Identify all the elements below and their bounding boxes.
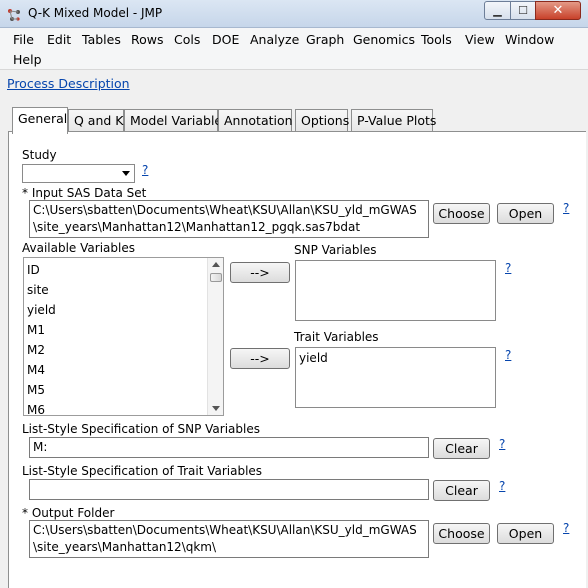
list-snp-field[interactable]: M:: [29, 437, 429, 458]
list-item[interactable]: M5: [27, 383, 45, 397]
input-data-help-link[interactable]: ?: [563, 201, 569, 215]
list-item[interactable]: site: [27, 283, 49, 297]
title-bar: Q-K Mixed Model - JMP ▁ ☐ ✕: [0, 0, 588, 28]
menu-cols[interactable]: Cols: [174, 32, 200, 47]
menu-rows[interactable]: Rows: [131, 32, 164, 47]
menu-view[interactable]: View: [465, 32, 495, 47]
menu-file[interactable]: File: [13, 32, 34, 47]
study-label: Study: [22, 148, 57, 162]
close-button[interactable]: ✕: [535, 1, 581, 20]
tab-annotation[interactable]: Annotation: [218, 109, 293, 133]
menu-graph[interactable]: Graph: [306, 32, 344, 47]
output-folder-help-link[interactable]: ?: [563, 521, 569, 535]
output-folder-field[interactable]: C:\Users\sbatten\Documents\Wheat\KSU\All…: [29, 520, 429, 558]
list-snp-help-link[interactable]: ?: [499, 437, 505, 451]
menu-tables[interactable]: Tables: [82, 32, 121, 47]
maximize-icon: ☐: [518, 4, 528, 17]
list-item[interactable]: M4: [27, 363, 45, 377]
list-item[interactable]: yield: [27, 303, 56, 317]
snp-variables-label: SNP Variables: [294, 243, 377, 257]
list-item[interactable]: M6: [27, 403, 45, 415]
snp-variables-list[interactable]: [295, 260, 496, 321]
close-icon: ✕: [552, 3, 564, 18]
tab-options[interactable]: Options: [295, 109, 349, 133]
chevron-down-icon: [122, 171, 130, 176]
trait-variables-help-link[interactable]: ?: [505, 348, 511, 362]
list-item[interactable]: yield: [299, 351, 328, 365]
clear-snp-button[interactable]: Clear: [433, 438, 490, 459]
trait-variables-label: Trait Variables: [294, 330, 379, 344]
study-help-link[interactable]: ?: [142, 163, 148, 177]
menu-edit[interactable]: Edit: [47, 32, 71, 47]
jmp-app-icon: [8, 9, 20, 21]
maximize-button[interactable]: ☐: [510, 1, 536, 20]
minimize-icon: ▁: [493, 4, 502, 17]
tab-q-and-k[interactable]: Q and K: [68, 109, 124, 133]
list-snp-label: List-Style Specification of SNP Variable…: [22, 422, 260, 436]
scroll-thumb[interactable]: [210, 273, 222, 282]
add-snp-variables-button[interactable]: -->: [230, 262, 290, 283]
available-variables-list[interactable]: ID site yield M1 M2 M4 M5 M6: [23, 257, 224, 416]
scroll-up-icon[interactable]: [212, 262, 220, 267]
available-variables-label: Available Variables: [22, 241, 135, 255]
list-item[interactable]: ID: [27, 263, 40, 277]
input-choose-button[interactable]: Choose: [433, 203, 490, 224]
add-trait-variables-button[interactable]: -->: [230, 348, 290, 369]
input-data-field[interactable]: C:\Users\sbatten\Documents\Wheat\KSU\All…: [29, 200, 429, 238]
menu-tools[interactable]: Tools: [421, 32, 452, 47]
output-open-button[interactable]: Open: [497, 523, 554, 544]
input-open-button[interactable]: Open: [497, 203, 554, 224]
tab-p-value-plots[interactable]: P-Value Plots: [351, 109, 436, 133]
menu-doe[interactable]: DOE: [212, 32, 239, 47]
menu-bar: File Edit Tables Rows Cols DOE Analyze G…: [0, 28, 588, 70]
window-title: Q-K Mixed Model - JMP: [28, 6, 163, 20]
menu-help[interactable]: Help: [13, 52, 42, 67]
output-folder-label: * Output Folder: [22, 506, 115, 520]
minimize-button[interactable]: ▁: [484, 1, 511, 20]
available-variables-scrollbar[interactable]: [207, 258, 223, 415]
list-trait-field[interactable]: [29, 479, 429, 500]
tab-general[interactable]: General: [12, 107, 68, 134]
list-item[interactable]: M2: [27, 343, 45, 357]
scroll-down-icon[interactable]: [212, 406, 220, 411]
list-trait-label: List-Style Specification of Trait Variab…: [22, 464, 263, 478]
menu-window[interactable]: Window: [505, 32, 554, 47]
list-trait-help-link[interactable]: ?: [499, 479, 505, 493]
input-data-label: * Input SAS Data Set: [22, 186, 147, 200]
clear-trait-button[interactable]: Clear: [433, 480, 490, 501]
output-choose-button[interactable]: Choose: [433, 523, 490, 544]
process-description-link[interactable]: Process Description: [7, 76, 130, 91]
menu-genomics[interactable]: Genomics: [353, 32, 415, 47]
snp-variables-help-link[interactable]: ?: [505, 261, 511, 275]
study-dropdown[interactable]: [22, 164, 135, 183]
menu-analyze[interactable]: Analyze: [250, 32, 299, 47]
tab-model-variables[interactable]: Model Variables: [124, 109, 229, 133]
list-item[interactable]: M1: [27, 323, 45, 337]
trait-variables-list[interactable]: yield: [295, 347, 496, 408]
